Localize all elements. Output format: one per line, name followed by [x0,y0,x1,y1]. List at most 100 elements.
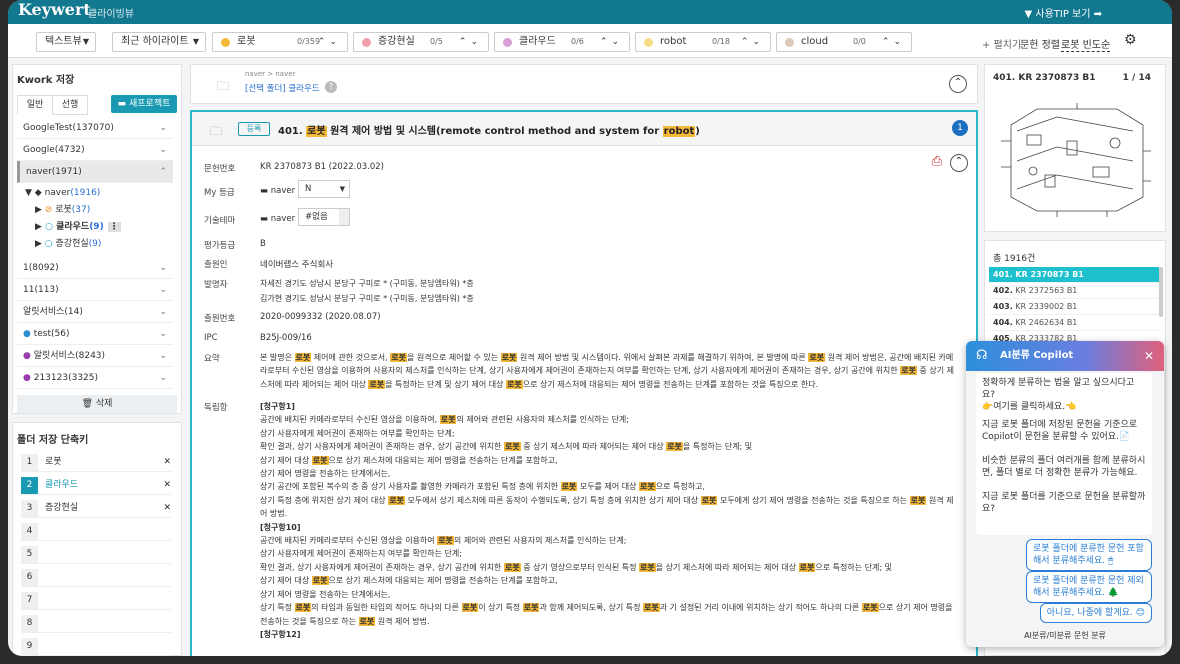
chevron-down-icon: ⌄ [159,123,167,133]
tree-item-ar[interactable]: ▶ ○ 증강현실(9) [35,237,101,251]
chevron-down-icon: ⌄ [159,329,167,339]
list-scrollbar[interactable] [1159,267,1163,317]
field-value: ▬ naver [260,214,296,224]
folder-item[interactable]: 11(113) ⌄ [17,279,173,301]
folder-item[interactable]: ● 213123(3325) ⌄ [17,367,173,389]
tree-root[interactable]: ▼ ◆ naver(1916) [25,186,100,200]
collapse-icon[interactable]: ⌃ [949,75,967,93]
list-item[interactable]: 404. KR 2462634 B1 [989,315,1159,331]
patent-drawing[interactable] [997,101,1153,219]
keyword-chip-2[interactable]: 클라우드 0/6 ⌃⌄ [494,32,630,52]
doc-index-badge: 1 [952,120,968,136]
list-number: 404. [993,318,1013,327]
keyword-highlight: 로봇 [666,442,683,452]
folder-name: naver [270,186,296,196]
later-button[interactable]: 아니요, 나중에 할게요. 😊 [1039,603,1152,623]
document-title[interactable]: 401. 로봇 원격 제어 방법 및 시스템(remote control me… [278,122,700,137]
keyword-highlight: 로봇 [808,353,826,362]
list-number: 402. [993,286,1013,295]
recent-highlight-select[interactable]: 최근 하이라이트 ▼ [112,32,206,52]
folder-item-selected[interactable]: naver(1971) ⌃ [17,161,173,183]
prev-next-arrows[interactable]: ⌃⌄ [741,33,764,51]
keyword-highlight: 로봇 [294,603,312,613]
list-item[interactable]: 402. KR 2372563 B1 [989,283,1159,299]
keyword-chip-3[interactable]: robot 0/18 ⌃⌄ [635,32,771,52]
close-icon[interactable]: ✕ [163,499,171,518]
folder-label: 1(8092) [23,263,59,273]
keyword-chip-4[interactable]: cloud 0/0 ⌃⌄ [776,32,912,52]
folder-item[interactable]: Google(4732) ⌄ [17,139,173,161]
app-logo[interactable]: Keywert [18,0,91,20]
prev-next-arrows[interactable]: ⌃⌄ [459,33,482,51]
shortcut-item[interactable]: 3 증강현실 ✕ [21,499,171,518]
exclude-classify-button[interactable]: 로봇 폴더에 분류한 문헌 제외해서 분류해주세요. 🌲 [1026,571,1152,603]
claim-heading: [청구항1] [260,402,295,411]
new-project-button[interactable]: ▬ 새프로젝트 [111,95,177,113]
shortcut-item[interactable]: 7 [21,591,171,610]
collapse-icon[interactable]: ⌃ [950,154,968,172]
copilot-panel: ☊ AI분류 Copilot ✕ 정확하게 분류하는 법을 알고 싶으시다고요?… [966,341,1164,647]
field-label: 출원번호 [204,314,236,324]
keyword-highlight: 로봇 [861,603,879,613]
tab-general[interactable]: 일반 [17,95,53,115]
keyword-color-dot [503,38,512,47]
keyword-highlight: 로봇 [560,482,578,492]
pdf-icon[interactable]: ⎙ [932,154,942,169]
keyword-chip-0[interactable]: 로봇 0/359 ⌃⌄ [212,32,348,52]
folder-item[interactable]: 알릿서비스(14) ⌄ [17,301,173,323]
expand-button[interactable]: + 펼치기 [982,36,1021,51]
theme-input[interactable]: #없음 [298,208,350,226]
shortcut-item[interactable]: 8 [21,614,171,633]
folder-label: 알릿서비스(14) [23,307,83,317]
gear-icon[interactable]: ⚙ [1124,32,1137,48]
shortcut-item[interactable]: 1 로봇 ✕ [21,453,171,472]
shortcut-item[interactable]: 2 클라우드 ✕ [21,476,171,495]
list-number: 401. [993,270,1013,279]
prev-next-arrows[interactable]: ⌃⌄ [882,33,905,51]
claim-line: 상기 사용자에게 제어권이 존재하는지 여부를 확인하는 단계; [260,549,462,559]
folder-label: test(56) [33,329,70,339]
circle-icon: ○ [44,239,56,249]
sort-select[interactable]: 로봇 빈도순 [1061,36,1111,52]
shared-icon: ● [23,329,34,339]
claim-line: 확인 결과, 상기 사용자에게 제어권이 존재하는 경우, 상기 공간에 위치한… [260,562,892,572]
prev-next-arrows[interactable]: ⌃⌄ [600,33,623,51]
grade-select[interactable]: N ▼ [298,180,350,198]
tree-root-label: naver [44,188,71,198]
include-classify-button[interactable]: 로봇 폴더에 분류한 문헌 포함해서 분류해주세요. 🖱 [1026,539,1152,571]
folder-item[interactable]: ● test(56) ⌄ [17,323,173,345]
folder-item[interactable]: ● 알릿서비스(8243) ⌄ [17,345,173,367]
keyword-chip-1[interactable]: 증강현실 0/5 ⌃⌄ [353,32,489,52]
list-item[interactable]: 403. KR 2339002 B1 [989,299,1159,315]
keyword-color-dot [785,38,794,47]
usage-tip-link[interactable]: ▼ 사용TIP 보기 ➡ [1025,5,1103,20]
folder-item[interactable]: 1(8092) ⌄ [17,257,173,279]
shortcut-item[interactable]: 9 [21,637,171,656]
field-label: 문헌번호 [204,164,236,174]
close-icon[interactable]: ✕ [1144,341,1154,371]
tree-item-robot[interactable]: ▶ ⊘ 로봇(37) [35,203,90,217]
chevron-down-icon: ⌄ [159,145,167,155]
shortcut-item[interactable]: 4 [21,522,171,541]
tree-root-count: (1916) [70,188,101,198]
chevron-down-icon: ⌄ [159,285,167,295]
shortcut-item[interactable]: 6 [21,568,171,587]
list-number: 403. [993,302,1013,311]
copilot-footer[interactable]: AI분류/미분류 문헌 분류 [966,625,1164,647]
shortcut-number: 8 [21,615,38,632]
prev-next-arrows[interactable]: ⌃⌄ [318,33,341,51]
list-item[interactable]: 401. KR 2370873 B1 [989,267,1159,283]
view-mode-select[interactable]: 텍스트뷰 ▼ [36,32,96,52]
status-badge: 등록 [238,122,270,136]
keyword-highlight: 로봇 [503,562,521,572]
shortcut-item[interactable]: 5 [21,545,171,564]
more-menu-icon[interactable]: ⋮ [107,222,121,232]
tree-item-cloud[interactable]: ▶ ○ 클라우드(9) ⋮ [35,220,121,234]
help-icon[interactable]: ? [325,81,337,93]
folder-item[interactable]: GoogleTest(137070) ⌄ [17,117,173,139]
close-icon[interactable]: ✕ [163,453,171,472]
tab-prior[interactable]: 선행 [52,95,88,115]
delete-button[interactable]: 🗑 삭제 [17,395,177,413]
close-icon[interactable]: ✕ [163,476,171,495]
trash-icon: 🗑 [81,399,96,409]
